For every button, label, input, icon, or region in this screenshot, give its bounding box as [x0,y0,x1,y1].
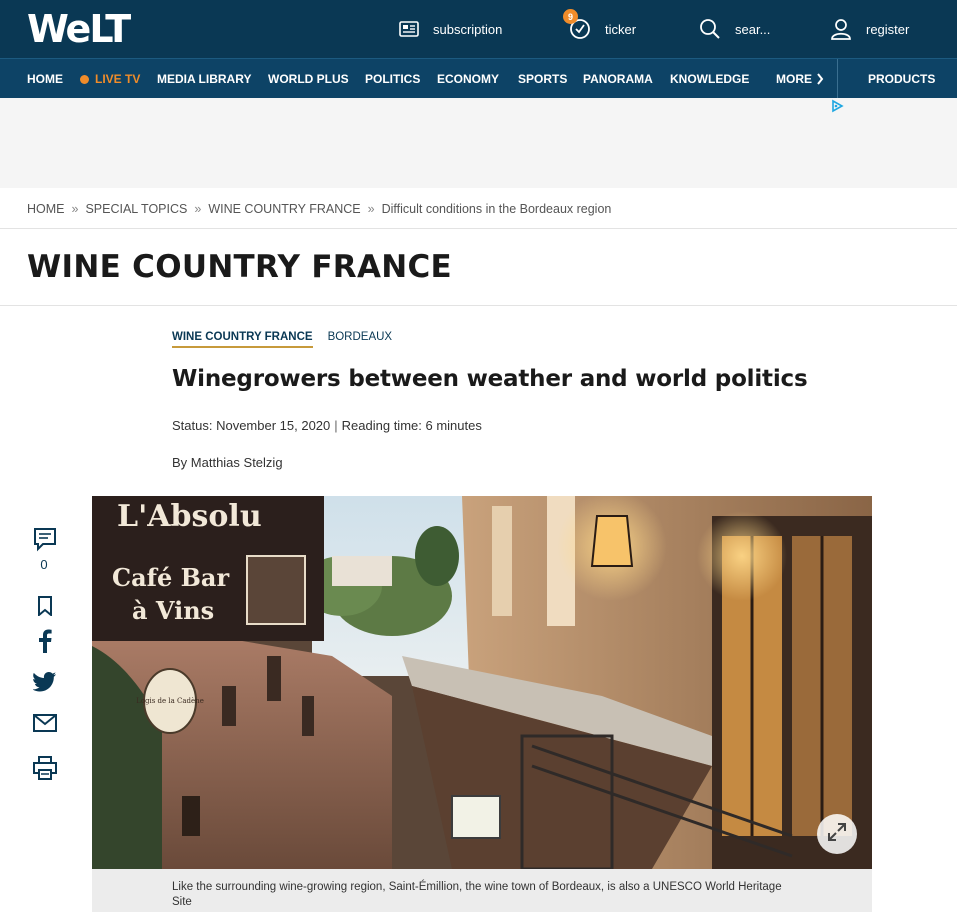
bookmark-button[interactable] [28,596,62,621]
breadcrumb-separator: » [367,202,375,216]
search-button[interactable]: sear... [699,0,770,58]
main-navigation: HOME LIVE TV MEDIA LIBRARY WORLD PLUS PO… [0,58,957,99]
register-button[interactable]: register [830,0,909,58]
article-tags: WINE COUNTRY FRANCE BORDEAUX [172,331,392,348]
divider [0,305,957,306]
tag-bordeaux[interactable]: BORDEAUX [328,331,393,348]
breadcrumb-separator: » [194,202,202,216]
mail-icon [33,714,57,737]
nav-live-tv-label: LIVE TV [95,72,141,86]
nav-politics[interactable]: POLITICS [365,59,420,99]
adchoices-icon[interactable] [830,99,844,118]
breadcrumb-separator: » [71,202,79,216]
twitter-icon [32,672,57,697]
nav-products[interactable]: PRODUCTS [868,59,935,99]
print-icon [33,756,57,785]
nav-knowledge[interactable]: KNOWLEDGE [670,59,749,99]
nav-sports[interactable]: SPORTS [518,59,567,99]
section-title: WINE COUNTRY FRANCE [27,249,453,285]
welt-logo[interactable]: WeLT [27,10,131,48]
facebook-icon [38,629,52,658]
divider [0,228,957,229]
meta-separator: | [334,418,338,433]
breadcrumb-special-topics[interactable]: SPECIAL TOPICS [85,202,187,216]
twitter-share-button[interactable] [28,672,62,697]
hero-image[interactable]: L'Absolu Café Bar à Vins Logis de la Cad… [92,496,872,869]
article-reading-time: Reading time: 6 minutes [341,418,482,433]
street-scene-illustration: L'Absolu Café Bar à Vins Logis de la Cad… [92,496,872,869]
ticker-button[interactable]: 9 ticker [563,0,637,58]
nav-economy[interactable]: ECONOMY [437,59,499,99]
print-button[interactable] [28,756,62,785]
nav-world-plus[interactable]: WORLD PLUS [268,59,349,99]
clock-icon: 9 [563,9,591,40]
breadcrumb-home[interactable]: HOME [27,202,65,216]
comment-count: 0 [40,557,48,572]
article-author: By Matthias Stelzig [172,455,283,470]
subscription-button[interactable]: subscription [399,0,502,58]
advertisement-area [0,98,957,188]
newspaper-icon [399,21,419,37]
facebook-share-button[interactable] [28,629,62,658]
comment-button[interactable] [28,526,62,557]
breadcrumb-wine-country-france[interactable]: WINE COUNTRY FRANCE [208,202,360,216]
search-icon [699,18,721,40]
breadcrumb-current: Difficult conditions in the Bordeaux reg… [381,202,612,216]
nav-media-library[interactable]: MEDIA LIBRARY [157,59,251,99]
bookmark-icon [36,596,54,621]
search-label: sear... [735,21,771,37]
register-label: register [866,21,910,37]
sign-a-vins-text: à Vins [132,596,214,625]
sign-absolu-text: L'Absolu [117,499,262,534]
article-status: Status: November 15, 2020 [172,418,331,433]
image-caption: Like the surrounding wine-growing region… [92,869,872,912]
article-headline: Winegrowers between weather and world po… [172,366,808,392]
chevron-right-icon [816,73,824,85]
live-dot-icon [80,74,89,84]
subscription-label: subscription [433,21,503,37]
comment-icon [32,526,58,557]
ticker-label: ticker [605,21,637,37]
article-meta: Status: November 15, 2020 | Reading time: … [172,418,482,433]
nav-live-tv[interactable]: LIVE TV [80,59,140,99]
nav-home[interactable]: HOME [27,59,63,99]
expand-image-button[interactable] [817,814,857,854]
expand-icon [827,822,847,847]
ticker-badge: 9 [563,9,578,24]
nav-more[interactable]: MORE [776,59,824,99]
nav-more-label: MORE [776,72,812,86]
breadcrumb: HOME » SPECIAL TOPICS » WINE COUNTRY FRA… [27,202,611,216]
nav-panorama[interactable]: PANORAMA [583,59,653,99]
sign-cafe-bar-text: Café Bar [112,563,229,592]
nav-divider [837,59,838,99]
email-share-button[interactable] [28,714,62,737]
sign-logis-text: Logis de la Cadène [136,697,204,705]
user-icon [830,18,852,40]
top-bar: WeLT subscription 9 ticker sear... regis… [0,0,957,58]
tag-wine-country-france[interactable]: WINE COUNTRY FRANCE [172,331,313,348]
